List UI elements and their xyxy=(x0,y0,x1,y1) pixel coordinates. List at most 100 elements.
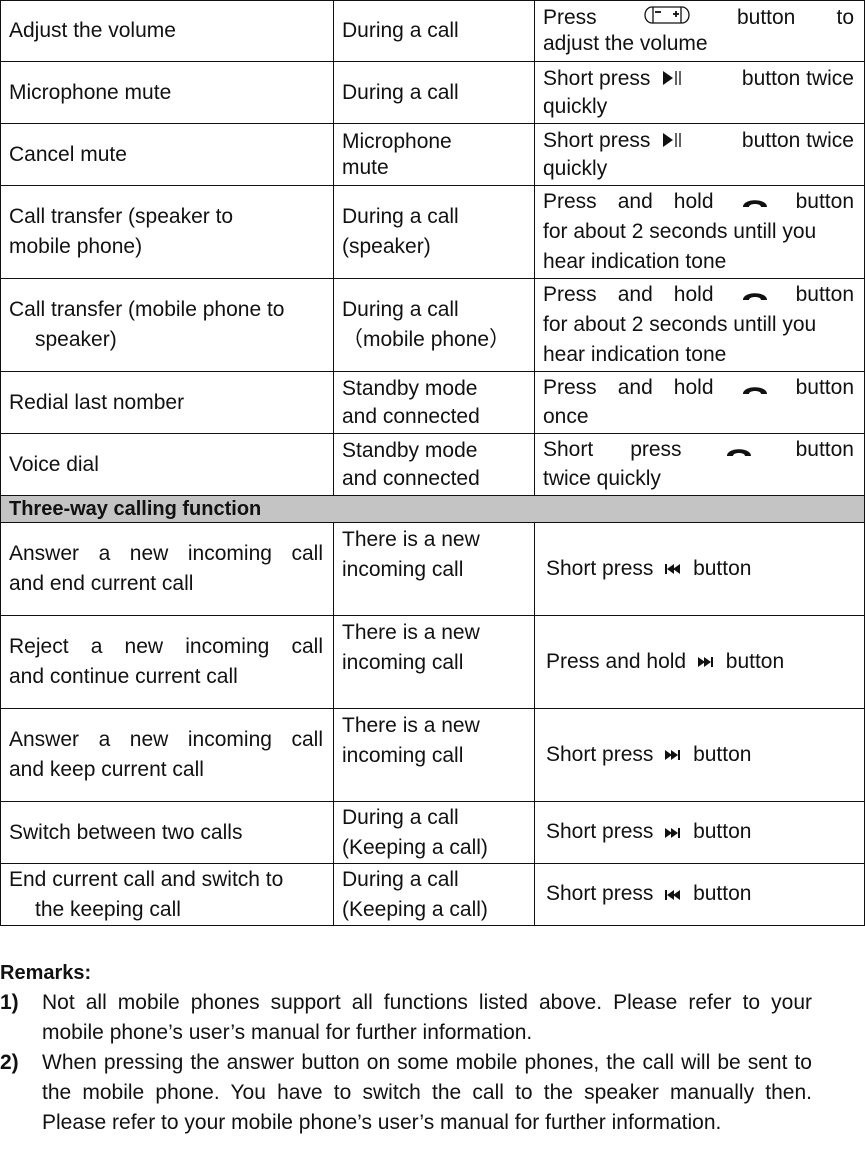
function-text: speaker) xyxy=(35,328,117,351)
function-text: Answer a new incoming call xyxy=(9,728,323,751)
condition-text: There is a new xyxy=(342,621,480,644)
operation-cell: Short press button xyxy=(534,863,865,926)
function-cell: Cancel mute xyxy=(0,123,334,186)
remark-number: 2) xyxy=(0,1051,19,1074)
condition-text: There is a new xyxy=(342,714,480,737)
operation-cell: Press and hold button for about 2 second… xyxy=(534,185,865,279)
operation-text: Press and hold xyxy=(543,282,714,306)
condition-text: and connected xyxy=(342,466,480,490)
table-row: Microphone mute During a call Short pres… xyxy=(0,61,865,124)
condition-text: Standby mode xyxy=(342,438,478,462)
table-row: Answer a new incoming call and keep curr… xyxy=(0,708,865,802)
condition-text: During a call xyxy=(342,80,459,104)
condition-text: During a call xyxy=(342,867,459,891)
table-row: End current call and switch to the keepi… xyxy=(0,863,865,926)
remarks-title: Remarks: xyxy=(0,962,92,984)
operation-text: button twice xyxy=(741,67,854,91)
table-row: Adjust the volume During a call Press bu… xyxy=(0,0,865,62)
condition-cell: During a call (speaker) xyxy=(333,185,535,279)
operation-line: Press and hold button xyxy=(543,374,864,402)
volume-rocker-icon xyxy=(644,3,690,33)
function-text: and continue current call xyxy=(9,665,238,688)
operation-line: Press button to xyxy=(543,3,864,33)
condition-text: and connected xyxy=(342,404,480,428)
skip-previous-icon xyxy=(665,554,681,584)
operation-text: Press and hold xyxy=(543,189,714,213)
table-row: Redial last nomber Standby mode and conn… xyxy=(0,371,865,434)
function-cell: Redial last nomber xyxy=(0,371,334,434)
function-cell: Answer a new incoming call and end curre… xyxy=(0,522,334,616)
function-text: Voice dial xyxy=(9,452,99,476)
table-row: Switch between two calls During a call (… xyxy=(0,801,865,864)
operation-text: Short press xyxy=(543,438,682,462)
operation-text: Short press xyxy=(546,742,654,766)
function-text: Redial last nomber xyxy=(9,390,185,414)
operation-text: button xyxy=(795,376,854,400)
operation-text: button xyxy=(795,189,854,213)
operation-line: Short press button twice xyxy=(543,127,864,155)
condition-text: （mobile phone） xyxy=(342,328,511,351)
operation-line: Press and hold button xyxy=(543,280,864,310)
operation-text: button xyxy=(693,882,752,906)
function-text: and end current call xyxy=(9,572,194,595)
condition-cell: During a call (Keeping a call) xyxy=(333,863,535,926)
condition-text: During a call xyxy=(342,19,459,42)
operation-cell: Press and hold button for about 2 second… xyxy=(534,278,865,372)
condition-cell: Standby mode and connected xyxy=(333,433,535,496)
operation-cell: Press and hold button once xyxy=(534,371,865,434)
condition-text: incoming call xyxy=(342,651,464,674)
operation-text: Short press xyxy=(546,556,654,580)
condition-text: incoming call xyxy=(342,744,464,767)
function-cell: Call transfer (speaker to mobile phone) xyxy=(0,185,334,279)
operation-line: quickly xyxy=(543,94,608,118)
function-cell: Microphone mute xyxy=(0,61,334,124)
operation-text: button twice xyxy=(741,129,854,153)
remark-text: When pressing the answer button on some … xyxy=(42,1051,812,1134)
operation-cell: Short press button twice quickly xyxy=(534,433,865,496)
condition-cell: During a call xyxy=(333,61,535,124)
operation-cell: Short press button xyxy=(534,708,865,802)
operation-cell: Short press button xyxy=(534,522,865,616)
operation-text: button xyxy=(693,556,752,580)
operation-text: Press xyxy=(543,5,597,29)
condition-text: (Keeping a call) xyxy=(342,835,488,859)
operation-line: for about 2 seconds untill you xyxy=(543,313,817,337)
phone-handset-icon xyxy=(741,187,769,217)
operation-text: to xyxy=(836,5,855,29)
table-row: Call transfer (speaker to mobile phone) … xyxy=(0,185,865,279)
remark-item: 2) When pressing the answer button on so… xyxy=(0,1048,812,1138)
operation-line: for about 2 seconds untill you xyxy=(543,220,817,244)
operation-line: adjust the volume xyxy=(543,32,708,56)
operation-text: button xyxy=(795,282,854,306)
condition-cell: During a call (Keeping a call) xyxy=(333,801,535,864)
operation-text: button xyxy=(736,5,796,29)
function-text: Microphone mute xyxy=(9,80,172,104)
function-cell: Answer a new incoming call and keep curr… xyxy=(0,708,334,802)
operation-cell: Short press button twice quickly xyxy=(534,123,865,186)
function-cell: Reject a new incoming call and continue … xyxy=(0,615,334,709)
table-row: Cancel mute Microphone mute Short press … xyxy=(0,123,865,186)
function-text: Call transfer (speaker to xyxy=(9,205,234,228)
function-text: Adjust the volume xyxy=(9,19,176,42)
operation-line: once xyxy=(543,404,589,428)
condition-cell: There is a new incoming call xyxy=(333,708,535,802)
operation-line: Short press button twice xyxy=(543,65,864,93)
operation-text: button xyxy=(693,820,752,844)
function-text: and keep current call xyxy=(9,758,204,781)
phone-handset-icon xyxy=(741,375,769,403)
play-pause-icon xyxy=(662,128,684,156)
operation-text: button xyxy=(725,649,785,673)
function-cell: End current call and switch to the keepi… xyxy=(0,863,334,926)
section-header-row: Three-way calling function xyxy=(0,495,865,523)
condition-text: (Keeping a call) xyxy=(342,897,488,921)
skip-previous-icon xyxy=(665,880,681,910)
function-text: Switch between two calls xyxy=(9,820,243,844)
skip-next-icon xyxy=(665,818,681,848)
play-pause-icon xyxy=(662,66,684,94)
function-text: Answer a new incoming call xyxy=(9,542,323,565)
condition-cell: Standby mode and connected xyxy=(333,371,535,434)
operation-cell: Press and hold button xyxy=(534,615,865,709)
operation-line: Short press button xyxy=(543,436,864,464)
function-cell: Call transfer (mobile phone to speaker) xyxy=(0,278,334,372)
operation-line: hear indication tone xyxy=(543,343,727,367)
